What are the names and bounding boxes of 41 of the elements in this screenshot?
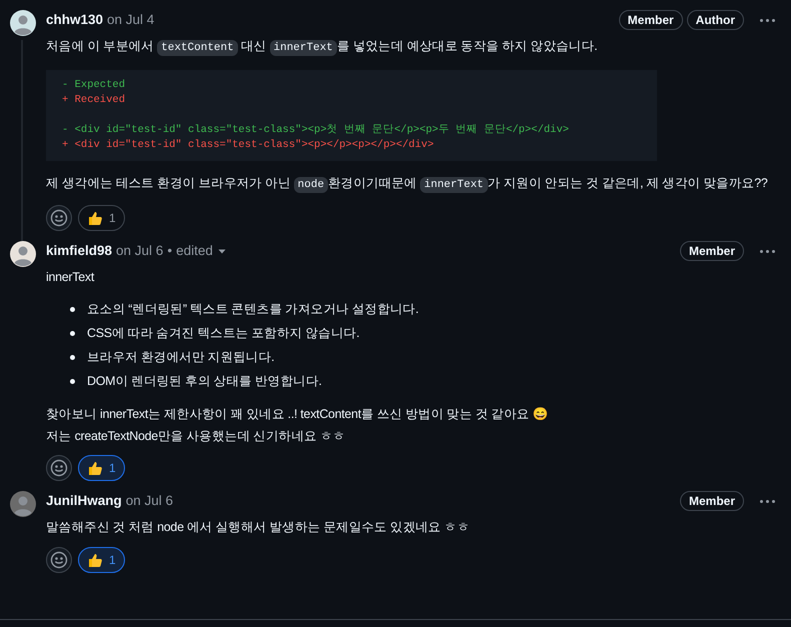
comment-date[interactable]: on Jul 4 [107,10,154,30]
add-reaction-button[interactable] [46,455,72,481]
smiley-icon [50,209,68,227]
thumbs-up-reaction[interactable]: 1 [78,547,125,573]
author-name[interactable]: chhw130 [46,10,104,30]
list-item-text: DOM이 렌더링된 후의 상태를 반영합니다. [87,373,322,390]
role-badge: Member [618,10,683,30]
list-item-text: CSS에 따라 숨겨진 텍스트는 포함하지 않습니다. [87,325,360,342]
role-badge: Member [680,241,744,261]
avatar[interactable] [10,491,36,517]
list-item-text: 요소의 “렌더링된” 텍스트 콘텐츠를 가져오거나 설정합니다. [87,301,419,318]
thumbs-up-reaction[interactable]: 1 [78,455,125,481]
thumbs-up-icon [87,552,103,568]
comment-text: 말씀해주신 것 처럼 node 에서 실행해서 발생하는 문제일수도 있겠네요 ㅎㅎ [46,519,470,536]
bullet-icon [70,306,75,312]
author-name[interactable]: kimfield98 [46,240,112,262]
add-reaction-button[interactable] [46,205,72,231]
comment-text: 처음에 이 부분에서 textContent 대신 innerText 를 넣었는데 예상대로 동작을 하지 않았습니다. [46,38,598,58]
code-block: - Expected + Received - <div id="test-id" class="test-class"><p>첫 번째 문단</p><p>두 번째 문단</p></div> + <div id="test-id" class="test-class"><p></p><p></p></div> [46,70,657,161]
role-badge: Author [686,10,744,30]
comment-text: 제 생각에는 테스트 환경이 브라우저가 아닌 node 환경이기때문에 innerText 가 지원이 안되는 것 같은데, 제 생각이 맞을까요?? [46,175,769,195]
smiley-icon [50,459,68,477]
comment-text: 저는 createTextNode만을 사용했는데 신기하네요 ㅎㅎ [46,428,346,445]
avatar[interactable] [10,10,36,36]
thumbs-up-reaction[interactable]: 1 [78,205,125,231]
list-item-text: 브라우저 환경에서만 지원됩니다. [87,349,274,366]
smiley-icon [50,551,68,569]
role-badge: Member [680,491,744,511]
thumbs-up-icon [87,460,103,476]
comment-date[interactable]: on Jul 6 [116,240,164,262]
comment-text: innerText [46,269,96,286]
comment-text: 찾아보니 innerText는 제한사항이 꽤 있네요 ..! textContent를 쓰신 방법이 맞는 것 같아요 😄 [46,406,550,423]
edited-dropdown[interactable]: • edited [167,240,227,262]
comment-date[interactable]: on Jul 6 [126,490,174,512]
add-reaction-button[interactable] [46,547,72,573]
avatar[interactable] [10,241,36,267]
thumbs-up-icon [87,210,103,226]
bullet-icon [70,330,75,336]
bullet-icon [70,378,75,384]
bullet-icon [70,354,75,360]
author-name[interactable]: JunilHwang [46,490,122,512]
